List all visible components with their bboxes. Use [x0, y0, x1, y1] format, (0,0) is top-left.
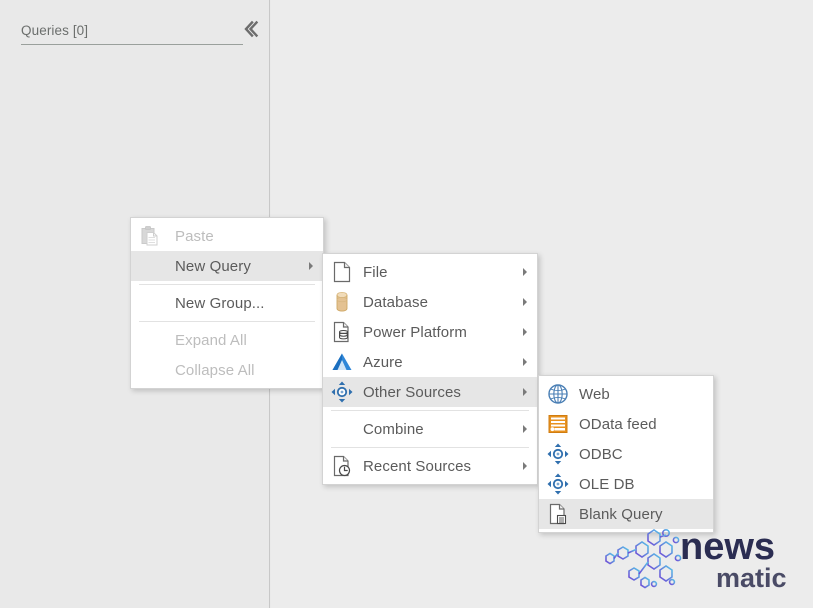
menu-item-collapse-all[interactable]: Collapse All — [131, 355, 323, 385]
menu-item-label: Recent Sources — [363, 457, 472, 475]
chevron-left-icon[interactable] — [242, 18, 262, 40]
menu-separator — [139, 284, 315, 285]
menu-item-new-query[interactable]: New Query — [131, 251, 323, 281]
menu-separator — [331, 410, 529, 411]
menu-item-label: Combine — [363, 420, 424, 438]
chevron-right-icon — [513, 297, 537, 307]
menu-item-label: Expand All — [175, 331, 247, 349]
paste-icon — [131, 221, 169, 251]
menu-separator — [331, 447, 529, 448]
menu-item-label: Web — [579, 385, 610, 403]
odbc-icon — [539, 439, 577, 469]
menu-item-label: File — [363, 263, 388, 281]
chevron-right-icon — [513, 424, 537, 434]
chevron-right-icon — [299, 261, 323, 271]
menu-item-ole-db[interactable]: OLE DB — [539, 469, 713, 499]
menu-icon-slot — [131, 288, 169, 318]
menu-item-label: Other Sources — [363, 383, 462, 401]
power-query-editor-window: Queries [0] Paste New Query New Group...… — [0, 0, 813, 608]
menu-item-database[interactable]: Database — [323, 287, 537, 317]
menu-item-file[interactable]: File — [323, 257, 537, 287]
menu-item-web[interactable]: Web — [539, 379, 713, 409]
queries-pane-title: Queries [0] — [21, 23, 89, 38]
menu-item-odata-feed[interactable]: OData feed — [539, 409, 713, 439]
menu-item-expand-all[interactable]: Expand All — [131, 325, 323, 355]
menu-item-label: New Group... — [175, 294, 265, 312]
menu-item-combine[interactable]: Combine — [323, 414, 537, 444]
recent-sources-icon — [323, 451, 361, 481]
menu-icon-slot — [323, 414, 361, 444]
chevron-right-icon — [513, 327, 537, 337]
menu-item-label: Blank Query — [579, 505, 663, 523]
chevron-right-icon — [513, 387, 537, 397]
power-platform-icon — [323, 317, 361, 347]
queries-header: Queries [0] — [21, 22, 253, 46]
chevron-right-icon — [513, 357, 537, 367]
queries-title-underline — [21, 44, 243, 45]
oledb-icon — [539, 469, 577, 499]
blank-query-icon — [539, 499, 577, 529]
menu-item-label: Collapse All — [175, 361, 255, 379]
menu-item-label: OLE DB — [579, 475, 635, 493]
menu-item-other-sources[interactable]: Other Sources — [323, 377, 537, 407]
other-sources-submenu: Web OData feed ODBC OLE DB Blank Query — [538, 375, 714, 533]
menu-item-label: OData feed — [579, 415, 657, 433]
menu-item-odbc[interactable]: ODBC — [539, 439, 713, 469]
web-globe-icon — [539, 379, 577, 409]
menu-item-blank-query[interactable]: Blank Query — [539, 499, 713, 529]
menu-item-label: Database — [363, 293, 429, 311]
chevron-right-icon — [513, 461, 537, 471]
other-sources-icon — [323, 377, 361, 407]
menu-item-azure[interactable]: Azure — [323, 347, 537, 377]
menu-separator — [139, 321, 315, 322]
menu-item-new-group[interactable]: New Group... — [131, 288, 323, 318]
odata-feed-icon — [539, 409, 577, 439]
query-context-menu: Paste New Query New Group... Expand All — [130, 217, 324, 389]
menu-icon-slot — [131, 355, 169, 385]
menu-item-recent-sources[interactable]: Recent Sources — [323, 451, 537, 481]
database-icon — [323, 287, 361, 317]
menu-item-label: ODBC — [579, 445, 623, 463]
menu-icon-slot — [131, 325, 169, 355]
azure-icon — [323, 347, 361, 377]
new-query-submenu: File Database Power Platform Azure Other… — [322, 253, 538, 485]
chevron-right-icon — [513, 267, 537, 277]
menu-item-power-platform[interactable]: Power Platform — [323, 317, 537, 347]
menu-item-label: Power Platform — [363, 323, 467, 341]
menu-item-label: New Query — [175, 257, 251, 275]
menu-item-label: Paste — [175, 227, 214, 245]
file-icon — [323, 257, 361, 287]
menu-item-paste[interactable]: Paste — [131, 221, 323, 251]
menu-item-label: Azure — [363, 353, 403, 371]
menu-icon-slot — [131, 251, 169, 281]
